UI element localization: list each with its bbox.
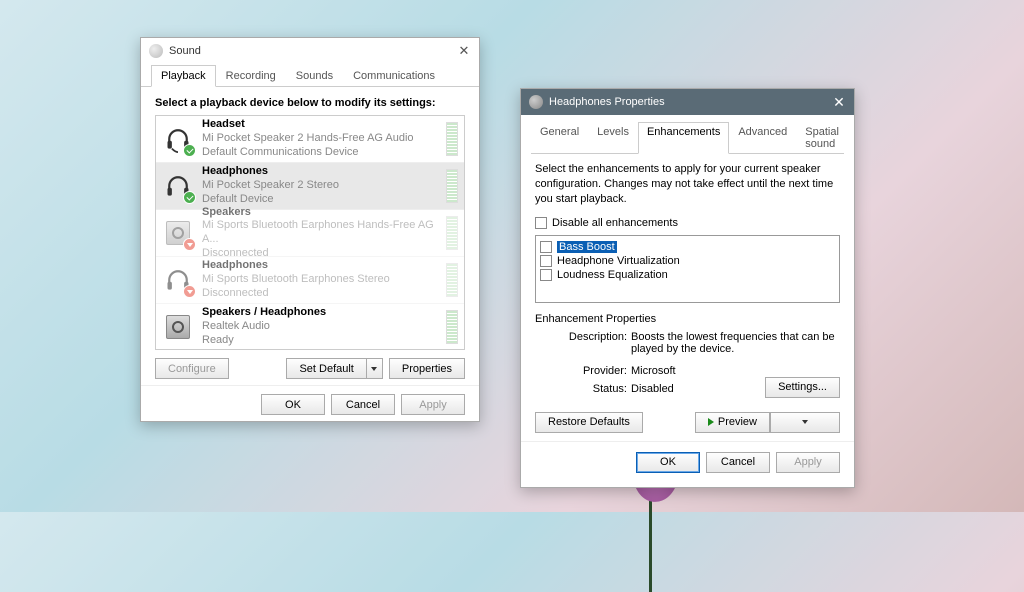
tab-enhancements[interactable]: Enhancements [638, 122, 729, 154]
tab-levels[interactable]: Levels [588, 122, 638, 154]
device-status: Disconnected [202, 287, 446, 301]
enh-label: Loudness Equalization [557, 269, 668, 281]
sound-titlebar[interactable]: Sound ✕ [141, 38, 479, 64]
tab-recording[interactable]: Recording [216, 65, 286, 87]
tab-general[interactable]: General [531, 122, 588, 154]
device-sub: Mi Sports Bluetooth Earphones Stereo [202, 273, 446, 287]
instruction-text: Select a playback device below to modify… [141, 87, 479, 115]
checkbox[interactable] [540, 241, 552, 253]
tab-playback[interactable]: Playback [151, 65, 216, 87]
status-label: Status: [559, 383, 631, 395]
chevron-down-icon[interactable] [367, 358, 383, 379]
sound-tabs: Playback Recording Sounds Communications [141, 64, 479, 87]
apply-button[interactable]: Apply [401, 394, 465, 415]
sound-window: Sound ✕ Playback Recording Sounds Commun… [140, 37, 480, 422]
checkbox[interactable] [540, 269, 552, 281]
tab-communications[interactable]: Communications [343, 65, 445, 87]
device-sub: Mi Pocket Speaker 2 Hands-Free AG Audio [202, 132, 446, 146]
preview-label: Preview [718, 416, 757, 428]
enhancements-list[interactable]: Bass Boost Headphone Virtualization Loud… [535, 235, 840, 303]
speaker-icon [162, 311, 194, 343]
checkbox[interactable] [540, 255, 552, 267]
device-sub: Mi Sports Bluetooth Earphones Hands-Free… [202, 219, 446, 247]
tab-advanced[interactable]: Advanced [729, 122, 796, 154]
level-meter [446, 169, 458, 203]
device-name: Headphones [202, 165, 446, 179]
device-headphones-1[interactable]: Headphones Mi Pocket Speaker 2 Stereo De… [156, 163, 464, 210]
headphones-icon [529, 95, 543, 109]
props-titlebar[interactable]: Headphones Properties ✕ [521, 89, 854, 115]
props-tabs: General Levels Enhancements Advanced Spa… [531, 121, 844, 154]
provider-value: Microsoft [631, 365, 840, 377]
close-icon[interactable]: ✕ [832, 94, 846, 111]
headset-icon [162, 123, 194, 155]
ok-button[interactable]: OK [636, 452, 700, 473]
speaker-icon [162, 217, 194, 249]
device-name: Speakers / Headphones [202, 306, 446, 320]
enhancements-description: Select the enhancements to apply for you… [531, 154, 844, 215]
restore-defaults-button[interactable]: Restore Defaults [535, 412, 643, 433]
play-icon [708, 418, 714, 426]
description-label: Description: [559, 331, 631, 355]
device-sub: Mi Pocket Speaker 2 Stereo [202, 179, 446, 193]
status-badge-icon [183, 238, 196, 251]
chevron-down-icon[interactable] [770, 412, 840, 433]
device-name: Headset [202, 118, 446, 132]
status-badge-icon [183, 191, 196, 204]
device-status: Ready [202, 334, 446, 348]
device-sub: Realtek Audio [202, 320, 446, 334]
configure-button[interactable]: Configure [155, 358, 229, 379]
cancel-button[interactable]: Cancel [331, 394, 395, 415]
set-default-label[interactable]: Set Default [286, 358, 366, 379]
device-name: Speakers [202, 206, 446, 220]
apply-button[interactable]: Apply [776, 452, 840, 473]
sound-title-text: Sound [169, 45, 457, 57]
device-speakers-headphones[interactable]: Speakers / Headphones Realtek Audio Read… [156, 304, 464, 350]
ok-button[interactable]: OK [261, 394, 325, 415]
enhancement-loudness-equalization[interactable]: Loudness Equalization [540, 268, 835, 282]
disable-all-checkbox[interactable] [535, 217, 547, 229]
headphones-properties-window: Headphones Properties ✕ General Levels E… [520, 88, 855, 488]
cancel-button[interactable]: Cancel [706, 452, 770, 473]
level-meter [446, 122, 458, 156]
sound-icon [149, 44, 163, 58]
device-status: Default Communications Device [202, 146, 446, 160]
preview-button[interactable]: Preview [695, 412, 840, 433]
properties-button[interactable]: Properties [389, 358, 465, 379]
device-speakers[interactable]: Speakers Mi Sports Bluetooth Earphones H… [156, 210, 464, 257]
status-badge-icon [183, 285, 196, 298]
settings-button[interactable]: Settings... [765, 377, 840, 398]
props-title-text: Headphones Properties [549, 96, 832, 108]
level-meter [446, 263, 458, 297]
set-default-button[interactable]: Set Default [286, 358, 382, 379]
disable-all-label: Disable all enhancements [552, 217, 678, 229]
close-icon[interactable]: ✕ [457, 43, 471, 59]
headphones-icon [162, 264, 194, 296]
description-value: Boosts the lowest frequencies that can b… [631, 331, 840, 355]
tab-spatial-sound[interactable]: Spatial sound [796, 122, 848, 154]
device-headset[interactable]: Headset Mi Pocket Speaker 2 Hands-Free A… [156, 116, 464, 163]
enhancement-properties-heading: Enhancement Properties [535, 313, 840, 325]
tab-sounds[interactable]: Sounds [286, 65, 343, 87]
enhancement-bass-boost[interactable]: Bass Boost [540, 240, 835, 254]
headphones-icon [162, 170, 194, 202]
level-meter [446, 216, 458, 250]
enh-label: Bass Boost [557, 241, 617, 253]
device-list[interactable]: Headset Mi Pocket Speaker 2 Hands-Free A… [155, 115, 465, 350]
device-name: Headphones [202, 259, 446, 273]
status-badge-icon [183, 144, 196, 157]
level-meter [446, 310, 458, 344]
device-headphones-2[interactable]: Headphones Mi Sports Bluetooth Earphones… [156, 257, 464, 304]
provider-label: Provider: [559, 365, 631, 377]
enhancement-headphone-virtualization[interactable]: Headphone Virtualization [540, 254, 835, 268]
enh-label: Headphone Virtualization [557, 255, 680, 267]
